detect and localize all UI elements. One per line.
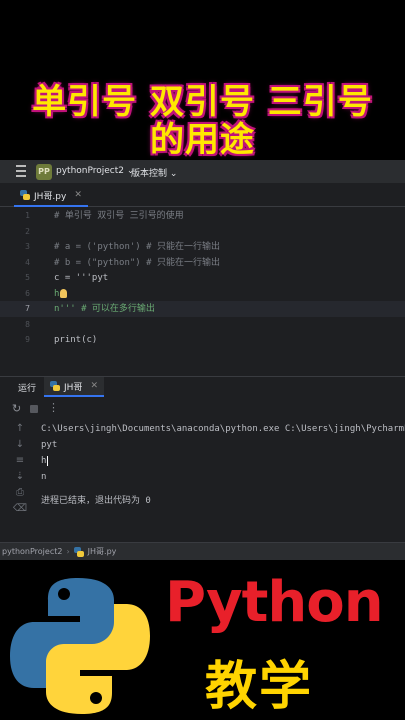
banner-title-line2: 的用途	[150, 120, 255, 160]
python-file-icon	[50, 381, 60, 391]
console-line: n	[41, 472, 47, 482]
code-line: 4 # b = ("python") # 只能在一行输出	[0, 255, 405, 271]
arrow-up-icon[interactable]: ↑	[10, 421, 30, 437]
console-text: h	[41, 456, 47, 466]
console-line: C:\Users\jingh\Documents\anaconda\python…	[41, 424, 405, 434]
line-number: 8	[25, 320, 30, 329]
editor-tab-jhge[interactable]: JH哥.py ✕	[14, 185, 88, 207]
lightbulb-icon[interactable]	[60, 289, 67, 298]
code-text: c = '''pyt	[54, 273, 109, 283]
editor-tabbar: JH哥.py ✕	[0, 185, 405, 207]
scroll-to-end-icon[interactable]: ⇣	[10, 469, 30, 485]
breadcrumb-project[interactable]: pythonProject2	[2, 547, 62, 556]
teaching-title: 教学	[205, 657, 314, 717]
python-file-icon	[73, 546, 84, 557]
code-line-current: 7 n''' # 可以在多行输出	[0, 301, 405, 317]
code-text: # a = ('python') # 只能在一行输出	[54, 242, 220, 252]
project-badge-icon[interactable]: PP	[36, 164, 52, 180]
promo-footer: Python 教学	[0, 560, 405, 720]
run-panel: 运行 JH哥 ✕ ↻ ⋮ ↑ ↓ ≡ ⇣ ⎙ ⌫ C:\Users\jingh\…	[0, 376, 405, 540]
status-bar: pythonProject2 › JH哥.py	[0, 542, 405, 560]
line-number: 4	[25, 258, 30, 267]
line-number: 3	[25, 242, 30, 251]
soft-wrap-icon[interactable]: ≡	[10, 453, 30, 469]
line-number: 9	[25, 335, 30, 344]
chevron-right-icon: ›	[66, 547, 70, 556]
run-tab-label: JH哥	[64, 382, 83, 393]
python-file-icon	[20, 190, 30, 200]
trash-icon[interactable]: ⌫	[10, 501, 30, 517]
ide-window: PP pythonProject2 ⌄ 版本控制 ⌄ JH哥.py ✕ 1 # …	[0, 160, 405, 560]
close-tab-icon[interactable]: ✕	[74, 190, 82, 200]
hamburger-menu-icon[interactable]	[16, 165, 26, 177]
editor-tab-label: JH哥.py	[34, 191, 67, 202]
code-line: 2	[0, 224, 405, 240]
code-text: # 单引号 双引号 三引号的使用	[54, 211, 184, 221]
main-toolbar: PP pythonProject2 ⌄ 版本控制 ⌄	[0, 160, 405, 184]
run-tabbar: 运行 JH哥 ✕	[0, 377, 405, 397]
code-line: 3 # a = ('python') # 只能在一行输出	[0, 239, 405, 255]
line-number: 7	[25, 304, 30, 313]
rerun-icon[interactable]: ↻	[12, 402, 21, 415]
run-label[interactable]: 运行	[18, 381, 36, 394]
code-text: print(c)	[54, 335, 98, 345]
more-icon[interactable]: ⋮	[48, 401, 59, 414]
line-number: 5	[25, 273, 30, 282]
close-tab-icon[interactable]: ✕	[90, 381, 98, 391]
run-toolbar: ↻ ⋮	[0, 399, 405, 419]
line-number: 2	[25, 227, 30, 236]
stop-icon[interactable]	[30, 405, 38, 413]
line-number: 6	[25, 289, 30, 298]
console-line: pyt	[41, 440, 58, 450]
line-number: 1	[25, 211, 30, 220]
python-logo-icon	[10, 578, 150, 714]
code-editor[interactable]: 1 # 单引号 双引号 三引号的使用 2 3 # a = ('python') …	[0, 208, 405, 378]
arrow-down-icon[interactable]: ↓	[10, 437, 30, 453]
code-text: n''' # 可以在多行输出	[54, 304, 155, 314]
run-tab-jhge[interactable]: JH哥 ✕	[44, 377, 104, 397]
code-line: 8	[0, 317, 405, 333]
console-output[interactable]: C:\Users\jingh\Documents\anaconda\python…	[41, 421, 405, 509]
python-title: Python	[165, 570, 384, 635]
console-line: 进程已结束，退出代码为 0	[41, 496, 151, 506]
code-line: 1 # 单引号 双引号 三引号的使用	[0, 208, 405, 224]
console-line: h	[41, 453, 405, 469]
title-banner: 单引号 双引号 三引号 的用途	[0, 0, 405, 160]
vcs-menu[interactable]: 版本控制 ⌄	[131, 166, 177, 179]
code-line: 5 c = '''pyt	[0, 270, 405, 286]
code-text: h	[54, 289, 60, 299]
project-selector[interactable]: pythonProject2 ⌄	[56, 166, 134, 176]
code-line: 6 h	[0, 286, 405, 302]
code-text: # b = ("python") # 只能在一行输出	[54, 258, 220, 268]
text-cursor	[47, 455, 49, 466]
code-line: 9 print(c)	[0, 332, 405, 348]
print-icon[interactable]: ⎙	[10, 485, 30, 501]
breadcrumb-file[interactable]: JH哥.py	[88, 546, 117, 557]
run-side-toolbar: ↑ ↓ ≡ ⇣ ⎙ ⌫	[10, 421, 30, 517]
